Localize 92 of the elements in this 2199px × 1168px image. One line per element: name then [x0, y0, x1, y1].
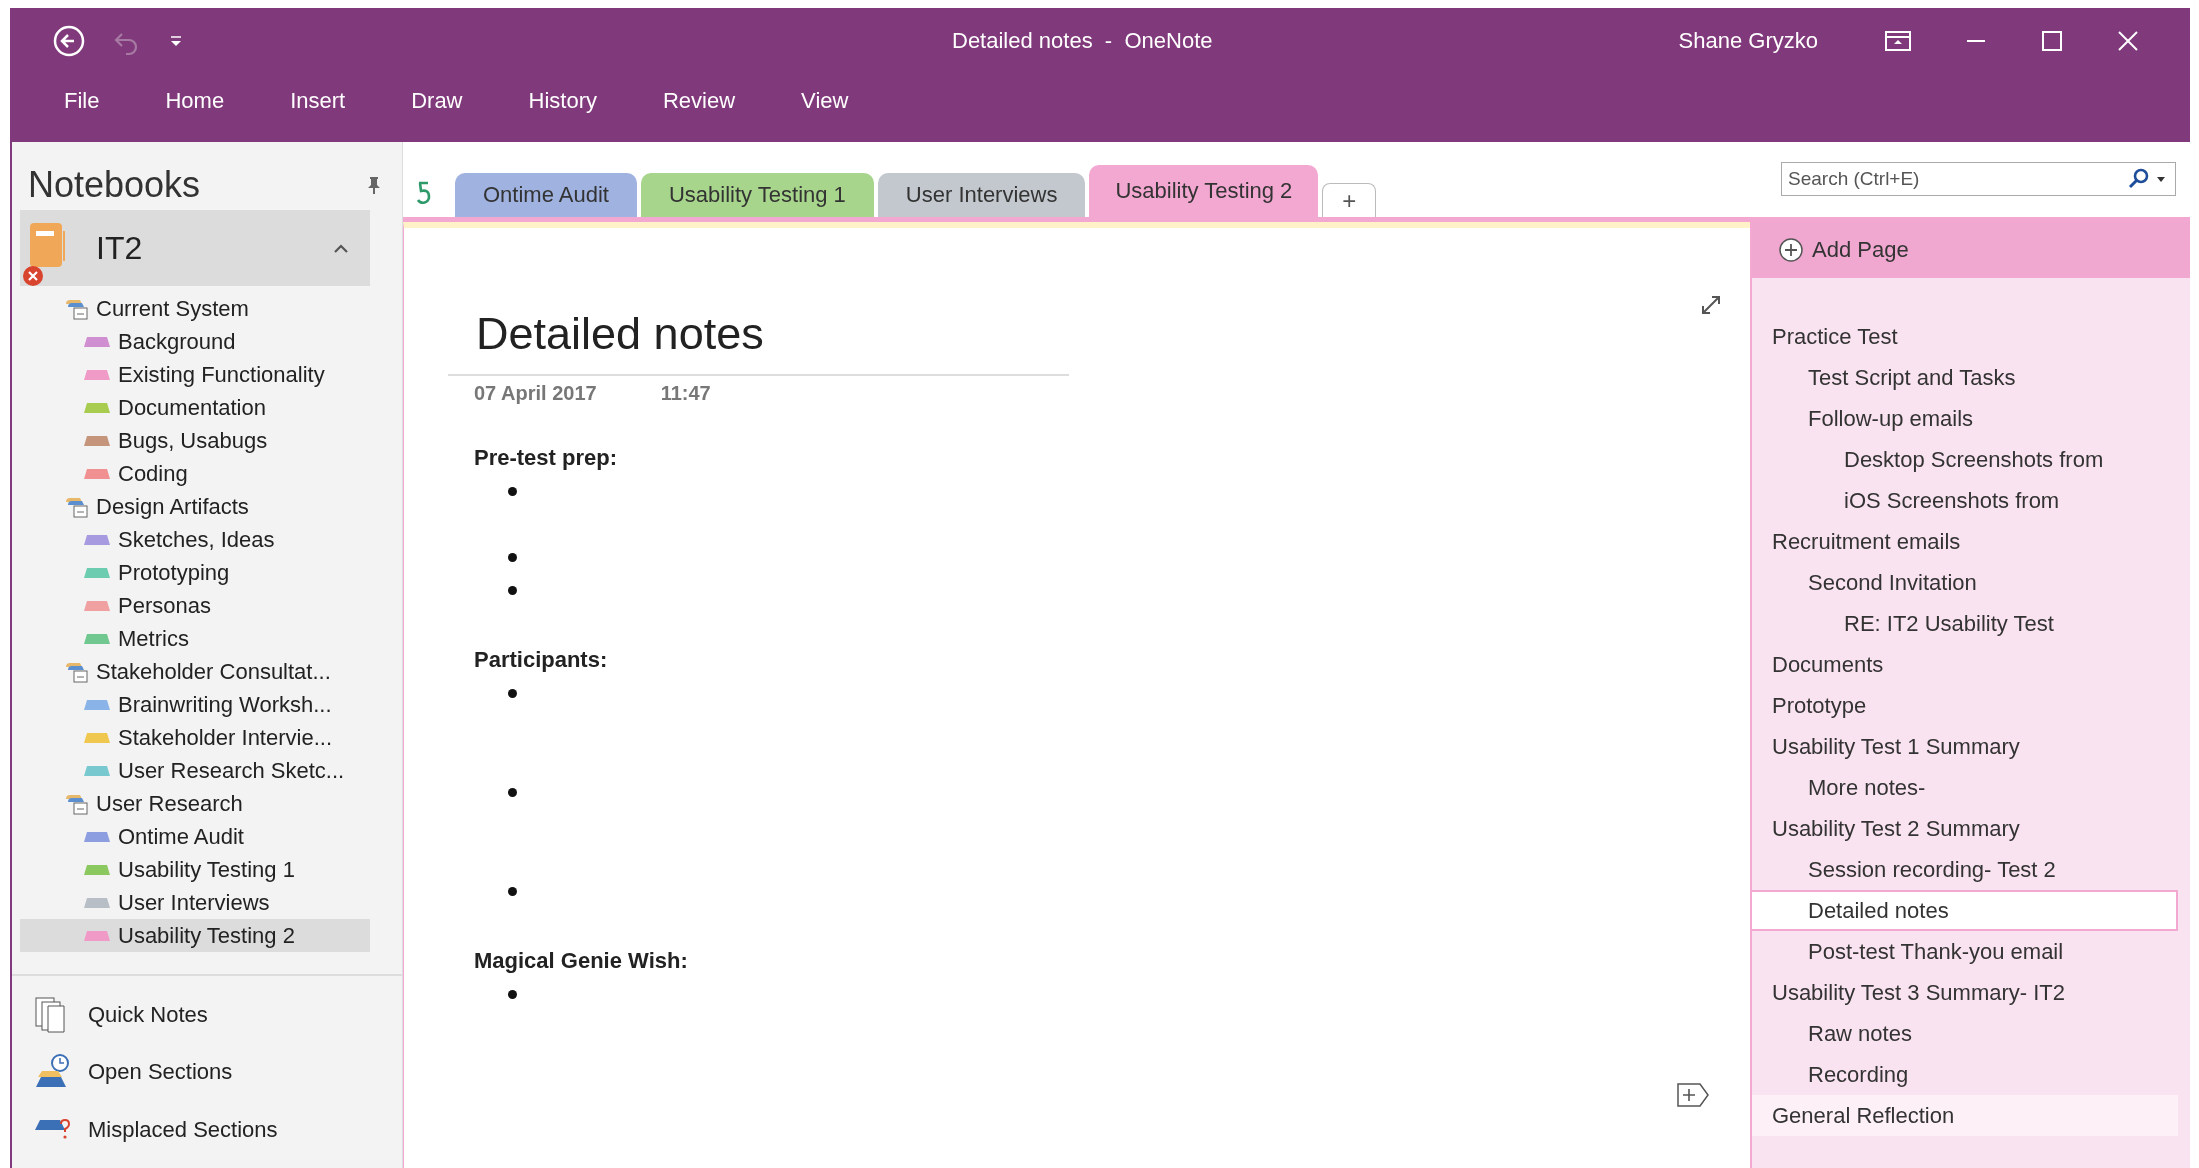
- expand-icon[interactable]: [1700, 294, 1722, 316]
- section-group-item[interactable]: User Research: [12, 787, 402, 820]
- section-tab[interactable]: Usability Testing 2: [1089, 165, 1319, 217]
- panel-title: Notebooks: [28, 164, 201, 206]
- add-section-tab[interactable]: +: [1322, 183, 1377, 217]
- close-icon[interactable]: [2116, 29, 2140, 53]
- back-icon[interactable]: [52, 24, 86, 58]
- note-heading: Participants:: [474, 646, 609, 674]
- section-tab[interactable]: Ontime Audit: [455, 173, 637, 217]
- page-item[interactable]: iOS Screenshots from: [1752, 480, 2178, 521]
- section-group-icon: [64, 792, 90, 815]
- section-item[interactable]: Brainwriting Worksh...: [20, 688, 370, 721]
- ribbon-tab[interactable]: View: [789, 74, 875, 114]
- pin-icon[interactable]: [366, 175, 382, 195]
- section-group-item[interactable]: Current System: [12, 292, 402, 325]
- section-item[interactable]: Prototyping: [20, 556, 370, 589]
- ribbon-tab[interactable]: File: [52, 74, 126, 114]
- plus-circle-icon: [1778, 237, 1804, 263]
- page-item[interactable]: RE: IT2 Usability Test: [1752, 603, 2178, 644]
- section-item[interactable]: Ontime Audit: [20, 820, 370, 853]
- ribbon-tab[interactable]: History: [516, 74, 623, 114]
- section-item[interactable]: Bugs, Usabugs: [20, 424, 370, 457]
- page-item[interactable]: Usability Test 1 Summary: [1752, 726, 2178, 767]
- bullet-icon: [508, 553, 517, 562]
- section-item[interactable]: Usability Testing 1: [20, 853, 370, 886]
- page-time: 11:47: [660, 382, 711, 405]
- bullet-icon: [508, 487, 517, 496]
- page-item[interactable]: Usability Test 3 Summary- IT2: [1752, 972, 2178, 1013]
- page-item[interactable]: Recruitment emails: [1752, 521, 2178, 562]
- search-icon[interactable]: [2128, 168, 2150, 190]
- add-note-icon[interactable]: [1676, 1082, 1710, 1108]
- footer-item[interactable]: Quick Notes: [12, 995, 402, 1034]
- section-item[interactable]: Background: [20, 325, 370, 358]
- page-date: 07 April 2017: [474, 382, 597, 405]
- section-item[interactable]: Coding: [20, 457, 370, 490]
- notebook-item[interactable]: IT2: [20, 210, 370, 286]
- page-item[interactable]: More notes-: [1752, 767, 2178, 808]
- search-field[interactable]: Search (Ctrl+E): [1781, 162, 2176, 196]
- ribbon-tab[interactable]: Review: [650, 74, 762, 114]
- page-item[interactable]: Documents: [1752, 644, 2178, 685]
- section-item[interactable]: Personas: [20, 589, 370, 622]
- section-group-icon: [64, 495, 90, 518]
- bullet-icon: [508, 887, 517, 896]
- page-item[interactable]: Recording: [1752, 1054, 2178, 1095]
- add-page-button[interactable]: Add Page: [1752, 222, 2190, 278]
- maximize-icon[interactable]: [2040, 29, 2064, 53]
- dropdown-icon[interactable]: [168, 33, 184, 49]
- section-item[interactable]: Usability Testing 2: [20, 919, 370, 952]
- caret-icon[interactable]: [2156, 175, 2166, 183]
- page-item[interactable]: Raw notes: [1752, 1013, 2178, 1054]
- note-heading: Magical Genie Wish:: [474, 947, 689, 975]
- ribbon-tab[interactable]: Draw: [399, 74, 489, 114]
- section-item[interactable]: Existing Functionality: [20, 358, 370, 391]
- page-item[interactable]: Detailed notes: [1750, 890, 2178, 931]
- section-group-item[interactable]: Stakeholder Consultat...: [12, 655, 402, 688]
- question-section-icon: [34, 1118, 72, 1140]
- section-group-item[interactable]: Design Artifacts: [12, 490, 402, 523]
- ribbon-tab[interactable]: Home: [153, 74, 251, 114]
- note-heading: Pre-test prep:: [474, 444, 619, 472]
- page-item[interactable]: Session recording- Test 2: [1752, 849, 2178, 890]
- section-item[interactable]: User Research Sketc...: [20, 754, 370, 787]
- page-item[interactable]: Follow-up emails: [1752, 398, 2178, 439]
- footer-item[interactable]: Misplaced Sections: [12, 1110, 402, 1149]
- page-item[interactable]: General Reflection: [1752, 1095, 2178, 1136]
- notebook-name: IT2: [96, 229, 144, 267]
- page-item[interactable]: Second Invitation: [1752, 562, 2178, 603]
- section-item[interactable]: Sketches, Ideas: [20, 523, 370, 556]
- section-tab[interactable]: User Interviews: [877, 173, 1086, 217]
- bullet-icon: [508, 689, 517, 698]
- section-tab[interactable]: Usability Testing 1: [640, 173, 874, 217]
- section-group-icon: [64, 660, 90, 683]
- section-item[interactable]: Metrics: [20, 622, 370, 655]
- bullet-icon: [508, 788, 517, 797]
- footer-item[interactable]: Open Sections: [12, 1053, 402, 1091]
- window-title: Detailed notes - OneNote: [952, 28, 1214, 54]
- section-item[interactable]: User Interviews: [20, 886, 370, 919]
- ribbon-tab[interactable]: Insert: [278, 74, 372, 114]
- bullet-icon: [508, 990, 517, 999]
- page-item[interactable]: Usability Test 2 Summary: [1752, 808, 2178, 849]
- bullet-icon: [508, 586, 517, 595]
- ribbon-display-icon[interactable]: [1884, 30, 1912, 52]
- section-group-icon: [64, 297, 90, 320]
- chevron-icon[interactable]: [332, 242, 350, 254]
- page-item[interactable]: Desktop Screenshots from: [1752, 439, 2178, 480]
- section-item[interactable]: Documentation: [20, 391, 370, 424]
- section-item[interactable]: Stakeholder Intervie...: [20, 721, 370, 754]
- page-item[interactable]: Post-test Thank-you email: [1752, 931, 2178, 972]
- user-name[interactable]: Shane Gryzko: [1678, 28, 1818, 54]
- page-item[interactable]: Test Script and Tasks: [1752, 357, 2178, 398]
- page-item[interactable]: Practice Test: [1752, 316, 2178, 357]
- page-item[interactable]: Prototype: [1752, 685, 2178, 726]
- page-title: Detailed notes: [475, 307, 765, 361]
